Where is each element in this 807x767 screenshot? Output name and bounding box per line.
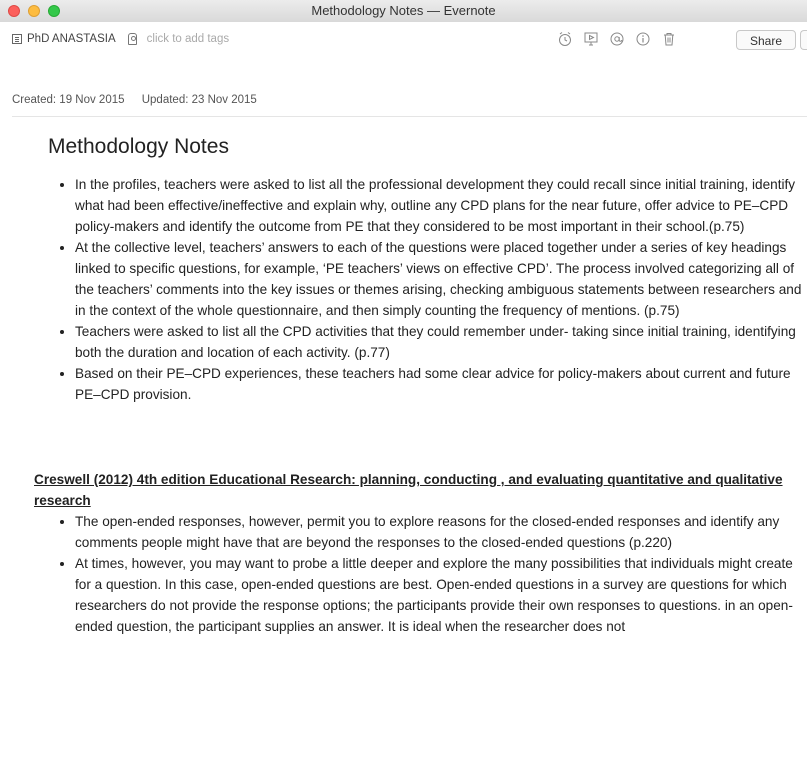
share-button[interactable]: Share: [736, 30, 796, 50]
list-item[interactable]: In the profiles, teachers were asked to …: [75, 174, 807, 237]
tags-input[interactable]: click to add tags: [147, 22, 229, 56]
trash-icon[interactable]: [661, 31, 677, 47]
note-editor[interactable]: Methodology Notes In the profiles, teach…: [34, 134, 807, 637]
window-title: Methodology Notes — Evernote: [311, 3, 496, 18]
list-item[interactable]: At the collective level, teachers’ answe…: [75, 237, 807, 321]
notebook-selector[interactable]: PhD ANASTASIA: [27, 22, 116, 56]
list-item[interactable]: Based on their PE–CPD experiences, these…: [75, 363, 807, 405]
note-metadata: Created: 19 Nov 2015 Updated: 23 Nov 201…: [12, 92, 257, 108]
list-item[interactable]: The open-ended responses, however, permi…: [75, 511, 807, 553]
bullet-list: In the profiles, teachers were asked to …: [48, 174, 807, 405]
mention-icon[interactable]: [609, 31, 625, 47]
presentation-icon[interactable]: [583, 31, 599, 47]
list-item[interactable]: At times, however, you may want to probe…: [75, 553, 807, 637]
tag-icon: [127, 33, 137, 45]
note-toolbar: PhD ANASTASIA click to add tags Share: [0, 22, 807, 56]
section-heading[interactable]: Creswell (2012) 4th edition Educational …: [34, 469, 807, 511]
bullet-list: The open-ended responses, however, permi…: [48, 511, 807, 637]
reminder-icon[interactable]: [557, 31, 573, 47]
divider: [12, 116, 807, 117]
updated-date: Updated: 23 Nov 2015: [141, 94, 257, 106]
info-icon[interactable]: [635, 31, 651, 47]
more-share-button[interactable]: [800, 30, 807, 50]
created-date: Created: 19 Nov 2015: [12, 94, 125, 106]
window-titlebar: Methodology Notes — Evernote: [0, 0, 807, 23]
list-item[interactable]: Teachers were asked to list all the CPD …: [75, 321, 807, 363]
note-title[interactable]: Methodology Notes: [48, 134, 807, 160]
notebook-icon: [12, 34, 22, 44]
